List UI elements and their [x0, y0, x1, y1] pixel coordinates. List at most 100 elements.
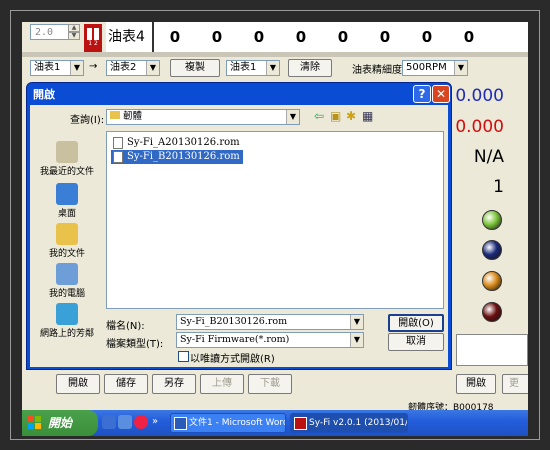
lookin-select[interactable]: 韌體 ▼ [106, 109, 300, 125]
chevron-down-icon[interactable]: ▼ [146, 61, 159, 75]
precision-select[interactable]: 500RPM ▼ [402, 60, 468, 76]
place-recent-documents[interactable]: 我最近的文件 [32, 141, 102, 177]
download-button[interactable]: 下載 [248, 374, 292, 394]
right-value-text: 0.000 [455, 117, 504, 137]
up-folder-icon[interactable]: ▣ [330, 109, 341, 123]
gauge-copy-row: 油表1 ▼ → 油表2 ▼ 複製 油表1 ▼ 清除 油表精細度 500RPM ▼ [22, 58, 528, 80]
precision-value: 500RPM [406, 62, 447, 73]
desktop-screen: 2.0 ▲ ▼ 1 2 油表4 0 0 0 0 0 0 0 0 油表1 ▼ → … [22, 22, 528, 436]
help-button[interactable]: ? [413, 85, 431, 103]
chevron-down-icon[interactable]: ▼ [350, 315, 363, 329]
chevron-down-icon[interactable]: ▼ [70, 61, 83, 75]
lookin-label: 查詢(I): [70, 115, 105, 126]
chevron-down-icon[interactable]: ▼ [454, 61, 467, 75]
place-my-documents[interactable]: 我的文件 [32, 223, 102, 259]
save-button[interactable]: 儲存 [104, 374, 148, 394]
start-label: 開始 [48, 416, 73, 430]
file-list[interactable]: Sy-Fi_A20130126.rom Sy-Fi_B20130126.rom [106, 131, 444, 309]
right-open-button[interactable]: 開啟 [456, 374, 496, 394]
gauge-value: 0 [169, 28, 181, 46]
place-label: 我的電腦 [48, 289, 85, 299]
rom-file-icon [113, 137, 123, 149]
open-button[interactable]: 開啟(O) [388, 314, 444, 332]
arrow-label: → [89, 61, 98, 72]
gauge-value: 0 [337, 28, 349, 46]
place-my-computer[interactable]: 我的電腦 [32, 263, 102, 299]
right-value-text: 1 [493, 177, 504, 197]
right-info-box [456, 334, 528, 366]
browser-icon[interactable] [134, 415, 148, 429]
status-led [482, 302, 502, 322]
windows-logo-icon [28, 416, 42, 430]
status-led [482, 240, 502, 260]
spinner-up-icon[interactable]: ▲ [68, 24, 80, 32]
chevron-down-icon[interactable]: ▼ [286, 110, 299, 124]
back-icon[interactable]: ⇦ [314, 109, 324, 123]
chevron-down-icon[interactable]: ▼ [350, 333, 363, 347]
ie-icon[interactable] [102, 415, 116, 429]
file-item[interactable]: Sy-Fi_A20130126.rom [111, 136, 243, 150]
upload-button[interactable]: 上傳 [200, 374, 244, 394]
gauge-title: 油表4 [106, 22, 154, 52]
my-documents-icon [56, 223, 78, 245]
readonly-label: 以唯讀方式開啟(R) [190, 354, 275, 365]
filetype-select[interactable]: Sy-Fi Firmware(*.rom) ▼ [176, 332, 364, 348]
open-file-dialog: 開啟 ? ✕ 查詢(I): 韌體 ▼ ⇦ ▣ ✱ ▦ 我最近的文件 桌面 我的文… [26, 82, 452, 370]
gauge-value: 0 [379, 28, 391, 46]
target-gauge-value: 油表2 [110, 62, 137, 73]
status-led [482, 271, 502, 291]
clear-button[interactable]: 清除 [288, 59, 332, 77]
desktop-icon [56, 183, 78, 205]
clear-gauge-value: 油表1 [230, 62, 257, 73]
save-as-button[interactable]: 另存 [152, 374, 196, 394]
taskbar-word[interactable]: 文件1 - Microsoft Word [170, 413, 286, 433]
dialog-body: 查詢(I): 韌體 ▼ ⇦ ▣ ✱ ▦ 我最近的文件 桌面 我的文件 我的電腦 … [30, 105, 448, 367]
gauge-value: 0 [421, 28, 433, 46]
filetype-value: Sy-Fi Firmware(*.rom) [180, 334, 290, 345]
readonly-checkbox[interactable] [178, 351, 189, 362]
screenshot-frame: 2.0 ▲ ▼ 1 2 油表4 0 0 0 0 0 0 0 0 油表1 ▼ → … [0, 0, 550, 450]
gauge-toolbar: 2.0 ▲ ▼ 1 2 油表4 0 0 0 0 0 0 0 0 [22, 22, 528, 52]
place-label: 我最近的文件 [39, 167, 94, 177]
clear-gauge-select[interactable]: 油表1 ▼ [226, 60, 280, 76]
target-gauge-select[interactable]: 油表2 ▼ [106, 60, 160, 76]
new-folder-icon[interactable]: ✱ [346, 109, 356, 123]
lookin-value: 韌體 [123, 111, 143, 122]
spinner-buttons[interactable]: ▲ ▼ [68, 24, 80, 40]
quicklaunch-more-icon[interactable]: » [152, 416, 158, 427]
filename-value: Sy-Fi_B20130126.rom [180, 316, 288, 327]
right-cut-button[interactable]: 更 [502, 374, 528, 394]
copy-button[interactable]: 複製 [170, 59, 220, 77]
syfi-icon [294, 417, 307, 430]
taskbar-syfi[interactable]: Sy-Fi v2.0.1 (2013/01/... [290, 413, 408, 433]
rom-file-icon [113, 151, 123, 163]
gauge-value-strip: 油表4 0 0 0 0 0 0 0 0 [106, 22, 528, 52]
media-icon[interactable] [118, 415, 132, 429]
place-label: 桌面 [57, 209, 76, 219]
source-gauge-select[interactable]: 油表1 ▼ [30, 60, 84, 76]
dip-switch-icon[interactable]: 1 2 [84, 24, 102, 52]
gauge-value: 0 [463, 28, 475, 46]
horizontal-scrollbar[interactable] [22, 52, 528, 57]
network-icon [56, 303, 78, 325]
taskbar: 開始 » 文件1 - Microsoft Word Sy-Fi v2.0.1 (… [22, 410, 528, 436]
spinner-down-icon[interactable]: ▼ [68, 32, 80, 40]
close-button[interactable]: ✕ [432, 85, 450, 103]
place-label: 網路上的芳鄰 [39, 329, 94, 339]
place-network[interactable]: 網路上的芳鄰 [32, 303, 102, 339]
status-led [482, 210, 502, 230]
word-icon [174, 417, 187, 430]
filename-input[interactable]: Sy-Fi_B20130126.rom ▼ [176, 314, 364, 330]
view-menu-icon[interactable]: ▦ [362, 109, 373, 123]
file-item-selected[interactable]: Sy-Fi_B20130126.rom [111, 150, 243, 164]
open-file-button[interactable]: 開啟 [56, 374, 100, 394]
place-desktop[interactable]: 桌面 [32, 183, 102, 219]
recent-documents-icon [56, 141, 78, 163]
filename-label: 檔名(N): [106, 321, 145, 332]
chevron-down-icon[interactable]: ▼ [266, 61, 279, 75]
file-name: Sy-Fi_A20130126.rom [127, 137, 240, 148]
start-button[interactable]: 開始 [22, 410, 98, 436]
folder-icon [110, 111, 120, 119]
task-label: 文件1 - Microsoft Word [189, 418, 286, 428]
cancel-button[interactable]: 取消 [388, 333, 444, 351]
